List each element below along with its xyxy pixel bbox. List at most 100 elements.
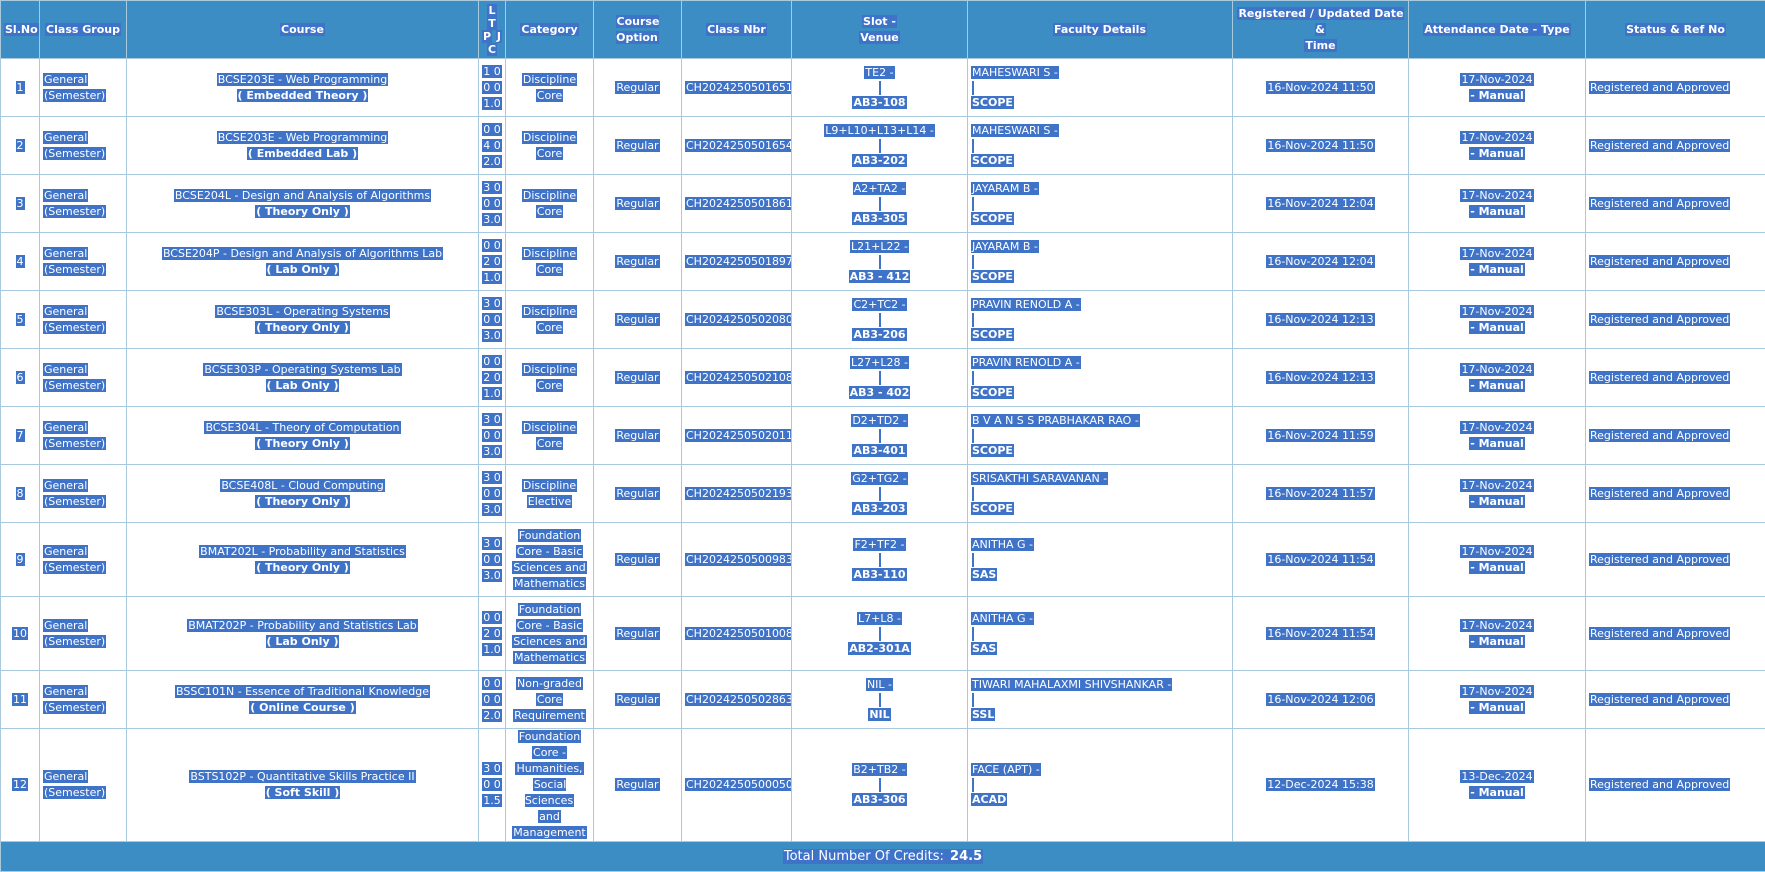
cell-course: BCSE303P - Operating Systems Lab( Lab On… <box>127 349 479 407</box>
faculty-school: SSL <box>971 708 995 721</box>
cell-ltpjc: 3 00 03.0 <box>479 407 506 465</box>
cell-class-group: General(Semester) <box>40 465 127 523</box>
faculty-name: B V A N S S PRABHAKAR RAO - <box>971 414 1140 427</box>
cell-course: BCSE203E - Web Programming( Embedded Lab… <box>127 117 479 175</box>
table-row: 6General(Semester)BCSE303P - Operating S… <box>1 349 1765 407</box>
cell-ltpjc: 1 00 01.0 <box>479 59 506 117</box>
cell-attendance: 17-Nov-2024- Manual <box>1409 117 1586 175</box>
header-row: Sl.No Class Group Course L T P J C Categ… <box>1 1 1765 59</box>
cell-class-nbr: CH2024250500050 <box>682 729 792 842</box>
faculty-school: ACAD <box>971 793 1007 806</box>
table-row: 10General(Semester)BMAT202P - Probabilit… <box>1 597 1765 671</box>
cell-slot-venue: L9+L10+L13+L14 -AB3-202 <box>792 117 968 175</box>
cell-class-group: General(Semester) <box>40 729 127 842</box>
table-row: 1General(Semester)BCSE203E - Web Program… <box>1 59 1765 117</box>
slot-text: B2+TB2 - <box>852 763 907 776</box>
total-credits-value: 24.5 <box>949 849 983 864</box>
cell-class-nbr: CH2024250501008 <box>682 597 792 671</box>
attendance-date: 17-Nov-2024 <box>1460 363 1533 376</box>
cell-class-group: General(Semester) <box>40 407 127 465</box>
cell-slot-venue: D2+TD2 -AB3-401 <box>792 407 968 465</box>
cell-faculty: FACE (APT) -ACAD <box>968 729 1233 842</box>
cell-class-group: General(Semester) <box>40 671 127 729</box>
course-type: ( Theory Only ) <box>255 321 350 334</box>
cell-slot-venue: L7+L8 -AB2-301A <box>792 597 968 671</box>
table-row: 11General(Semester)BSSC101N - Essence of… <box>1 671 1765 729</box>
cell-class-nbr: CH2024250502863 <box>682 671 792 729</box>
cell-faculty: ANITHA G -SAS <box>968 597 1233 671</box>
cell-registered: 16-Nov-2024 11:59 <box>1233 407 1409 465</box>
category-line: Discipline <box>522 247 577 260</box>
faculty-separator <box>972 139 974 153</box>
cell-course-option: Regular <box>594 597 682 671</box>
attendance-date: 17-Nov-2024 <box>1460 545 1533 558</box>
category-line: Non-graded <box>516 677 583 690</box>
slot-venue-separator <box>879 487 881 501</box>
attendance-type: - Manual <box>1469 495 1525 508</box>
cell-slot-venue: G2+TG2 -AB3-203 <box>792 465 968 523</box>
course-type: ( Embedded Theory ) <box>237 89 369 102</box>
table-row: 2General(Semester)BCSE203E - Web Program… <box>1 117 1765 175</box>
cell-ltpjc: 0 02 01.0 <box>479 597 506 671</box>
venue-text: AB3-108 <box>852 96 906 109</box>
total-credits: Total Number Of Credits: 24.5 <box>1 842 1765 872</box>
attendance-type: - Manual <box>1469 786 1525 799</box>
category-line: Discipline <box>522 73 577 86</box>
attendance-type: - Manual <box>1469 205 1525 218</box>
credits-row: Total Number Of Credits: 24.5 <box>1 842 1765 872</box>
slot-text: L9+L10+L13+L14 - <box>824 124 935 137</box>
attendance-date: 17-Nov-2024 <box>1460 479 1533 492</box>
slot-text: L27+L28 - <box>850 356 909 369</box>
venue-text: AB3-203 <box>852 502 906 515</box>
cell-course-option: Regular <box>594 349 682 407</box>
category-line: Elective <box>527 495 572 508</box>
cell-class-nbr: CH2024250502193 <box>682 465 792 523</box>
course-type: ( Online Course ) <box>249 701 355 714</box>
cell-faculty: SRISAKTHI SARAVANAN -SCOPE <box>968 465 1233 523</box>
cell-ltpjc: 3 00 03.0 <box>479 175 506 233</box>
faculty-separator <box>972 553 974 567</box>
cell-course: BCSE204L - Design and Analysis of Algori… <box>127 175 479 233</box>
faculty-separator <box>972 255 974 269</box>
cell-course: BCSE203E - Web Programming( Embedded The… <box>127 59 479 117</box>
cell-course-option: Regular <box>594 59 682 117</box>
cell-faculty: B V A N S S PRABHAKAR RAO - SCOPE <box>968 407 1233 465</box>
cell-registered: 16-Nov-2024 12:04 <box>1233 233 1409 291</box>
cell-attendance: 17-Nov-2024- Manual <box>1409 349 1586 407</box>
table-row: 12General(Semester)BSTS102P - Quantitati… <box>1 729 1765 842</box>
cell-class-group: General(Semester) <box>40 349 127 407</box>
faculty-school: SCOPE <box>971 444 1014 457</box>
faculty-name: ANITHA G - <box>971 612 1034 625</box>
cell-faculty: PRAVIN RENOLD A -SCOPE <box>968 349 1233 407</box>
venue-text: AB3-206 <box>852 328 906 341</box>
venue-text: AB3-110 <box>852 568 906 581</box>
cell-attendance: 17-Nov-2024 - Manual <box>1409 465 1586 523</box>
cell-registered: 16-Nov-2024 11:50 <box>1233 59 1409 117</box>
cell-class-group: General(Semester) <box>40 597 127 671</box>
cell-faculty: MAHESWARI S -SCOPE <box>968 117 1233 175</box>
cell-category: DisciplineCore <box>506 233 594 291</box>
cell-class-group: General(Semester) <box>40 117 127 175</box>
cell-slot-venue: B2+TB2 -AB3-306 <box>792 729 968 842</box>
category-line: Core <box>536 693 563 706</box>
category-line: Social Sciences <box>525 778 574 807</box>
cell-slot-venue: A2+TA2 -AB3-305 <box>792 175 968 233</box>
course-title: BMAT202P - Probability and Statistics La… <box>187 619 418 632</box>
faculty-name: JAYARAM B - <box>971 240 1039 253</box>
faculty-separator <box>972 429 974 443</box>
course-title: BCSE304L - Theory of Computation <box>204 421 400 434</box>
cell-registered: 16-Nov-2024 11:57 <box>1233 465 1409 523</box>
slot-text: D2+TD2 - <box>851 414 907 427</box>
course-type: ( Embedded Lab ) <box>247 147 358 160</box>
cell-status: Registered and Approved <box>1586 671 1765 729</box>
slot-text: C2+TC2 - <box>852 298 906 311</box>
header-class-nbr: Class Nbr <box>682 1 792 59</box>
category-line: Discipline <box>522 305 577 318</box>
slot-venue-separator <box>879 139 881 153</box>
cell-class-nbr: CH2024250502011 <box>682 407 792 465</box>
cell-course: BCSE303L - Operating Systems( Theory Onl… <box>127 291 479 349</box>
faculty-name: MAHESWARI S - <box>971 124 1059 137</box>
cell-status: Registered and Approved <box>1586 291 1765 349</box>
faculty-separator <box>972 627 974 641</box>
header-course: Course <box>127 1 479 59</box>
